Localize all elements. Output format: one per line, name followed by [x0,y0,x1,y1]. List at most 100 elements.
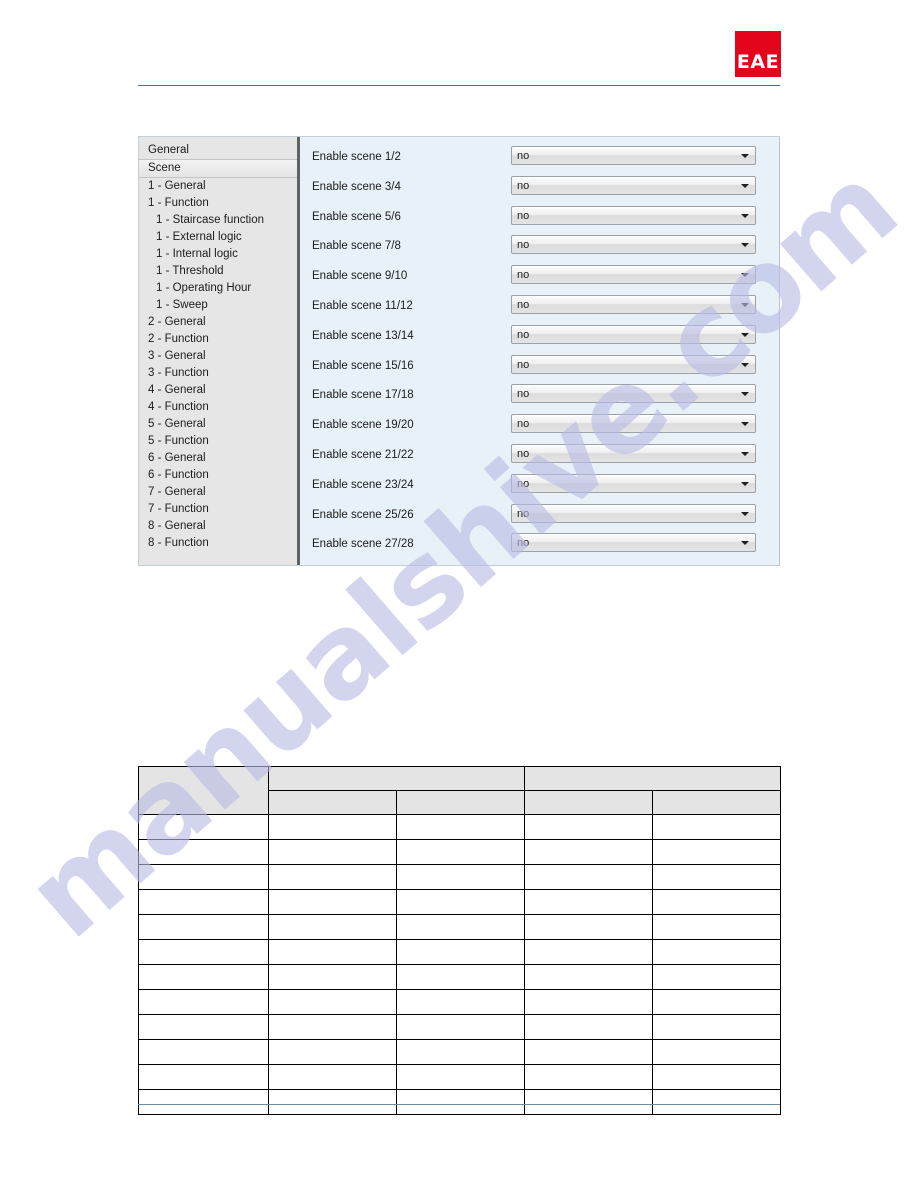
parameter-row: Enable scene 3/4 no [300,175,779,206]
parameter-dropdown[interactable]: no [511,205,756,225]
parameter-label: Enable scene 27/28 [312,538,414,551]
tree-item[interactable]: 4 - Function [139,399,300,416]
parameter-dropdown[interactable]: no [511,265,756,285]
table-row [138,914,781,940]
table-header-cell [524,766,781,791]
table-row [138,1089,781,1115]
tree-item[interactable]: 1 - Operating Hour [139,280,300,297]
parameter-dropdown[interactable]: no [511,473,756,493]
parameter-row: Enable scene 21/22 no [300,443,779,474]
tree-item[interactable]: 8 - Function [139,535,300,552]
parameter-row: Enable scene 13/14 no [300,324,779,355]
parameter-dropdown-value: no [517,328,530,341]
parameter-dropdown[interactable]: no [511,443,756,463]
table-row [138,1039,781,1065]
table-cell [268,914,397,940]
parameter-dropdown[interactable]: no [511,503,756,523]
parameter-row: Enable scene 7/8 no [300,235,779,265]
parameter-dropdown-value: no [517,537,530,550]
tree-item[interactable]: 2 - Function [139,331,300,348]
tree-item[interactable]: 6 - General [139,450,300,467]
table-header-cell [138,766,269,815]
parameter-row: Enable scene 9/10 no [300,265,779,295]
tree-item[interactable]: 6 - Function [139,467,300,484]
header-divider [138,85,780,86]
parameter-row: Enable scene 17/18 no [300,384,779,414]
tree-item[interactable]: 1 - General [139,178,300,195]
parameter-dropdown[interactable]: no [511,235,756,255]
table-cell [268,889,397,915]
chevron-down-icon [741,511,749,516]
table-header-cell [268,766,525,791]
tree-item[interactable]: 1 - External logic [139,229,300,246]
chevron-down-icon [741,541,749,546]
parameter-dropdown[interactable]: no [511,354,756,374]
tree-item[interactable]: 3 - General [139,348,300,365]
table-row [138,989,781,1015]
table-cell [524,964,653,990]
table-cell [396,1039,525,1065]
table-cell [652,839,781,865]
tree-item[interactable]: 3 - Function [139,365,300,382]
table-cell [396,864,525,890]
tree-item[interactable]: General [139,142,300,159]
tree-item[interactable]: 4 - General [139,382,300,399]
tree-item[interactable]: 7 - Function [139,501,300,518]
footer-divider [138,1104,780,1105]
tree-item[interactable]: 1 - Function [139,195,300,212]
parameter-dropdown-value: no [517,477,530,490]
parameter-dropdown[interactable]: no [511,146,756,165]
table-cell [396,839,525,865]
table-cell [524,889,653,915]
table-cell [652,1039,781,1065]
parameter-label: Enable scene 23/24 [312,478,414,491]
parameter-dropdown-value: no [517,298,530,311]
tree-item[interactable]: 7 - General [139,484,300,501]
table-cell [524,814,653,840]
table-header-cell [524,790,653,815]
tree-item[interactable]: 8 - General [139,518,300,535]
tree-item[interactable]: Scene [139,159,297,178]
tree-item[interactable]: 1 - Sweep [139,297,300,314]
tree-item[interactable]: 1 - Internal logic [139,246,300,263]
parameter-row: Enable scene 19/20 no [300,414,779,444]
table-cell [268,989,397,1015]
tree-item[interactable]: 5 - Function [139,433,300,450]
table-header-cell [652,790,781,815]
parameter-label: Enable scene 19/20 [312,419,414,432]
chevron-down-icon [741,392,749,397]
chevron-down-icon [741,481,749,486]
chevron-down-icon [741,243,749,248]
chevron-down-icon [741,332,749,337]
tree-item[interactable]: 5 - General [139,416,300,433]
parameter-label: Enable scene 11/12 [312,299,413,312]
table-cell [138,839,269,865]
parameter-dropdown-value: no [517,239,530,252]
table-cell [652,814,781,840]
table-header-row-top [138,766,781,815]
table-cell [268,1089,397,1115]
parameter-dropdown[interactable]: no [511,533,756,553]
table-cell [524,1039,653,1065]
tree-item[interactable]: 2 - General [139,314,300,331]
table-cell [652,864,781,890]
parameter-dropdown[interactable]: no [511,384,756,404]
parameter-row: Enable scene 15/16 no [300,354,779,385]
parameter-label: Enable scene 13/14 [312,329,414,342]
table-cell [138,1014,269,1040]
parameter-tree[interactable]: General Scene 1 - General 1 - Function 1 - S… [139,137,300,565]
chevron-down-icon [741,154,749,158]
parameter-label: Enable scene 17/18 [312,389,414,402]
parameter-dropdown-value: no [517,269,530,282]
table-cell [138,914,269,940]
table-cell [524,1064,653,1090]
tree-item[interactable]: 1 - Staircase function [139,212,300,229]
table-cell [138,1089,269,1115]
tree-item[interactable]: 1 - Threshold [139,263,300,280]
parameter-dropdown[interactable]: no [511,414,756,434]
table-cell [268,839,397,865]
parameter-dropdown[interactable]: no [511,175,756,195]
parameter-dropdown[interactable]: no [511,324,756,344]
parameter-dropdown[interactable]: no [511,294,756,314]
table-row [138,864,781,890]
